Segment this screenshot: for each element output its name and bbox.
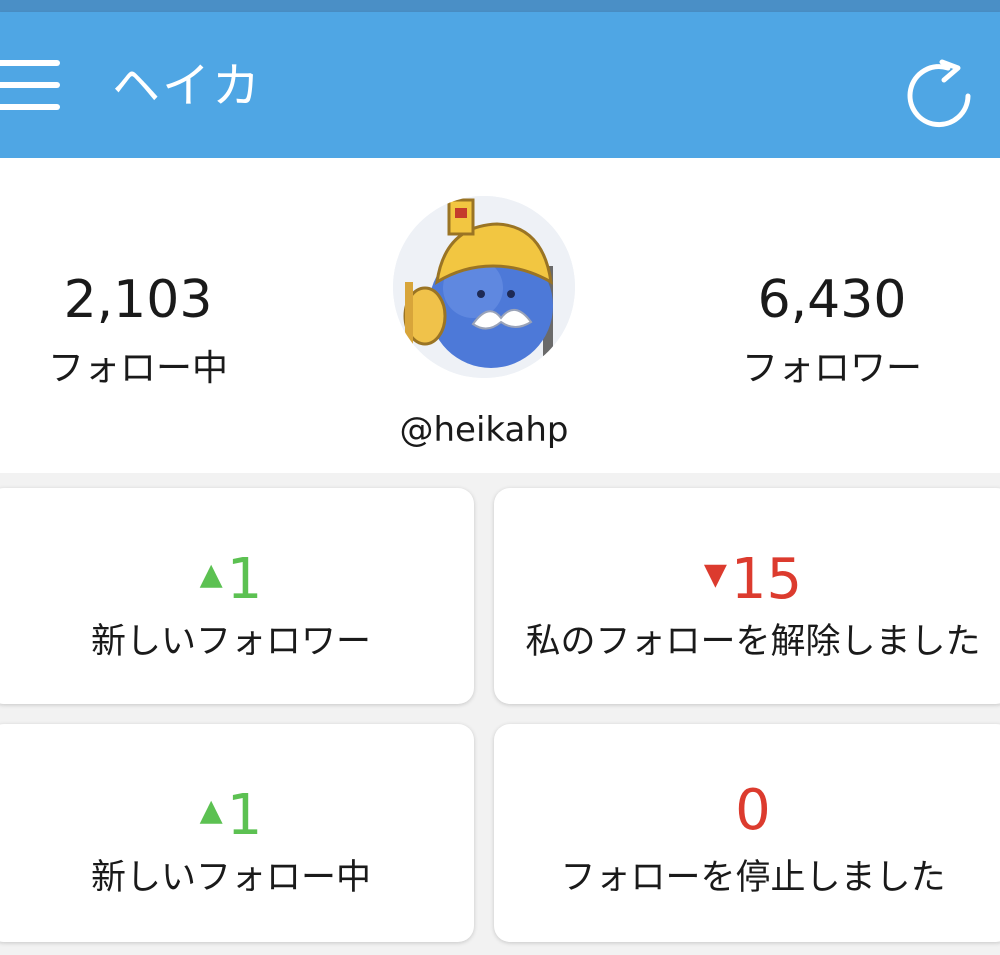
new-following-card[interactable]: ▲1 新しいフォロー中	[0, 724, 474, 942]
followers-label: フォロワー	[741, 348, 922, 389]
new-followers-count: 1	[226, 547, 263, 612]
unfollowed-me-label: 私のフォローを解除しました	[525, 622, 981, 662]
unfollowed-me-value: ▼15	[494, 538, 1000, 612]
profile-summary: 2,103 フォロー中 @heikahp 6,430 フォロワー	[0, 158, 1000, 473]
trend-up-icon: ▲	[199, 557, 223, 592]
user-handle: @heikahp	[399, 410, 569, 450]
app-bar: ヘイカ	[0, 12, 1000, 158]
hamburger-menu-icon[interactable]	[0, 58, 62, 114]
followers-count: 6,430	[757, 270, 907, 330]
new-followers-label: 新しいフォロワー	[90, 622, 371, 662]
following-count: 2,103	[63, 270, 213, 330]
trend-down-icon: ▼	[703, 557, 727, 592]
followers-stat[interactable]: 6,430 フォロワー	[712, 268, 952, 396]
unfollowed-me-count: 15	[730, 547, 803, 612]
new-following-label: 新しいフォロー中	[90, 858, 371, 898]
app-title: ヘイカ	[112, 58, 263, 114]
refresh-icon[interactable]	[904, 58, 980, 134]
following-stat[interactable]: 2,103 フォロー中	[18, 268, 258, 396]
status-bar-strip	[0, 0, 1000, 12]
avatar[interactable]	[393, 196, 575, 378]
stopped-following-value: 0	[494, 774, 1000, 848]
stopped-following-label: フォローを停止しました	[560, 858, 946, 898]
new-following-value: ▲1	[0, 774, 474, 848]
new-following-count: 1	[226, 783, 263, 848]
new-followers-value: ▲1	[0, 538, 474, 612]
stopped-following-card[interactable]: 0 フォローを停止しました	[494, 724, 1000, 942]
following-label: フォロー中	[47, 348, 228, 389]
new-followers-card[interactable]: ▲1 新しいフォロワー	[0, 488, 474, 704]
stopped-following-count: 0	[735, 778, 771, 843]
unfollowed-me-card[interactable]: ▼15 私のフォローを解除しました	[494, 488, 1000, 704]
trend-up-icon: ▲	[199, 793, 223, 828]
